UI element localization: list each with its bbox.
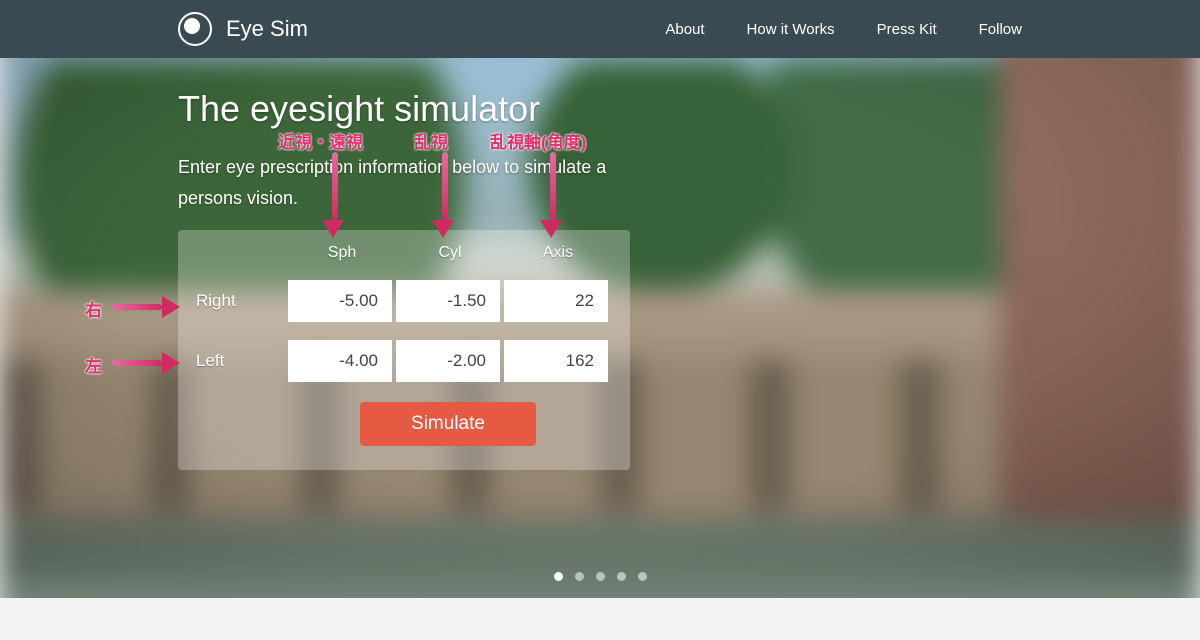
carousel-dot-4[interactable] bbox=[617, 572, 626, 581]
hero-title: The eyesight simulator bbox=[178, 88, 618, 130]
row-right-label: Right bbox=[178, 291, 288, 311]
site-header: Eye Sim About How it Works Press Kit Fol… bbox=[0, 0, 1200, 58]
carousel-dot-3[interactable] bbox=[596, 572, 605, 581]
prescription-form: Sph Cyl Axis Right Left Simulate bbox=[178, 230, 630, 470]
annot-right: 右 bbox=[85, 296, 102, 321]
eye-logo-icon bbox=[178, 12, 212, 46]
simulate-button[interactable]: Simulate bbox=[360, 402, 536, 446]
left-axis-input[interactable] bbox=[504, 340, 608, 382]
nav-how[interactable]: How it Works bbox=[747, 21, 835, 38]
carousel-dots bbox=[0, 572, 1200, 581]
row-left: Left bbox=[178, 340, 630, 382]
annot-cyl: 乱視 bbox=[414, 128, 448, 153]
right-axis-input[interactable] bbox=[504, 280, 608, 322]
carousel-dot-2[interactable] bbox=[575, 572, 584, 581]
arrow-down-sph-icon bbox=[330, 152, 340, 238]
carousel-dot-5[interactable] bbox=[638, 572, 647, 581]
arrow-right-r-icon bbox=[112, 302, 180, 312]
annot-axis: 乱視軸(角度) bbox=[490, 128, 586, 153]
left-sph-input[interactable] bbox=[288, 340, 392, 382]
row-left-label: Left bbox=[178, 351, 288, 371]
carousel-dot-1[interactable] bbox=[554, 572, 563, 581]
left-cyl-input[interactable] bbox=[396, 340, 500, 382]
arrow-down-axis-icon bbox=[548, 152, 558, 238]
arrow-right-l-icon bbox=[112, 358, 180, 368]
nav-follow[interactable]: Follow bbox=[979, 21, 1022, 38]
row-right: Right bbox=[178, 280, 630, 322]
col-cyl: Cyl bbox=[396, 244, 504, 262]
arrow-down-cyl-icon bbox=[440, 152, 450, 238]
col-sph: Sph bbox=[288, 244, 396, 262]
col-axis: Axis bbox=[504, 244, 612, 262]
nav-about[interactable]: About bbox=[665, 21, 704, 38]
right-sph-input[interactable] bbox=[288, 280, 392, 322]
primary-nav: About How it Works Press Kit Follow bbox=[665, 21, 1022, 38]
right-cyl-input[interactable] bbox=[396, 280, 500, 322]
brand-name: Eye Sim bbox=[226, 16, 308, 42]
annot-left: 左 bbox=[85, 352, 102, 377]
brand[interactable]: Eye Sim bbox=[178, 12, 308, 46]
column-headers: Sph Cyl Axis bbox=[288, 244, 630, 262]
annot-sph: 近視・遠視 bbox=[278, 128, 363, 153]
footer-strip bbox=[0, 598, 1200, 640]
nav-press[interactable]: Press Kit bbox=[877, 21, 937, 38]
